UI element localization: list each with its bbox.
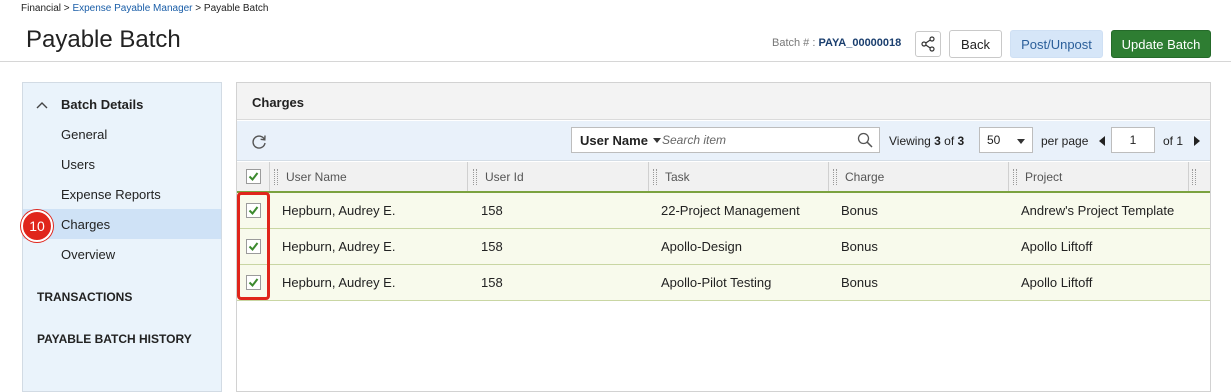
sidebar: Batch Details General Users Expense Repo…	[22, 82, 222, 392]
per-page-value: 50	[987, 133, 1001, 147]
cell-project: Andrew's Project Template	[1021, 203, 1175, 218]
cell-user-id: 158	[481, 203, 503, 218]
page-number-input[interactable]: 1	[1111, 127, 1155, 153]
viewing-of: of	[940, 134, 958, 148]
chevron-up-icon	[36, 101, 48, 108]
viewing-prefix: Viewing	[889, 134, 935, 148]
share-icon	[921, 36, 935, 52]
caret-down-icon	[652, 137, 661, 143]
update-batch-button[interactable]: Update Batch	[1111, 30, 1211, 58]
search-filter-dropdown[interactable]: User Name	[572, 128, 662, 152]
batch-details-toggle[interactable]: Batch Details	[35, 97, 143, 112]
cell-charge: Bonus	[841, 239, 878, 254]
sidebar-payable-batch-history[interactable]: PAYABLE BATCH HISTORY	[37, 332, 192, 346]
column-header-charge[interactable]: Charge	[833, 162, 1003, 191]
column-label: User Id	[485, 169, 524, 184]
table-row[interactable]: Hepburn, Audrey E. 158 Apollo-Design Bon…	[237, 229, 1210, 265]
sidebar-item-users[interactable]: Users	[23, 149, 221, 179]
cell-task: Apollo-Pilot Testing	[661, 275, 772, 290]
breadcrumb: Financial > Expense Payable Manager > Pa…	[21, 3, 268, 14]
column-label: User Name	[286, 169, 347, 184]
column-separator	[269, 162, 270, 191]
column-header-more[interactable]	[1192, 162, 1208, 191]
top-bar: Financial > Expense Payable Manager > Pa…	[0, 0, 1231, 62]
column-header-project[interactable]: Project	[1013, 162, 1183, 191]
check-icon	[248, 172, 259, 182]
sidebar-item-expense-reports[interactable]: Expense Reports	[23, 179, 221, 209]
drag-grip-icon[interactable]	[1192, 168, 1196, 185]
search-filter-label: User Name	[580, 132, 648, 148]
refresh-icon[interactable]	[250, 133, 268, 151]
batch-number-value: PAYA_00000018	[818, 37, 902, 49]
batch-number: Batch # : PAYA_00000018	[772, 37, 901, 49]
charges-panel: Charges User Name Viewing 3 of 3 50 per …	[236, 82, 1211, 392]
cell-charge: Bonus	[841, 203, 878, 218]
panel-header: Charges	[237, 83, 1210, 120]
sidebar-item-overview[interactable]: Overview	[23, 239, 221, 269]
viewing-count: Viewing 3 of 3	[889, 134, 964, 148]
column-label: Task	[665, 169, 690, 184]
viewing-current: 3	[934, 134, 941, 148]
page-title: Payable Batch	[26, 26, 181, 53]
per-page-select[interactable]: 50	[979, 127, 1033, 153]
step-number-badge: 10	[21, 210, 53, 242]
sidebar-transactions[interactable]: TRANSACTIONS	[37, 290, 132, 304]
breadcrumb-payable-batch: Payable Batch	[203, 3, 269, 14]
column-separator[interactable]	[467, 162, 468, 191]
page-total: of 1	[1163, 134, 1184, 148]
cell-project: Apollo Liftoff	[1021, 275, 1093, 290]
cell-user-name: Hepburn, Audrey E.	[282, 275, 396, 290]
cell-charge: Bonus	[841, 275, 878, 290]
cell-task: 22-Project Management	[661, 203, 800, 218]
breadcrumb-separator: >	[192, 3, 204, 14]
table-row[interactable]: Hepburn, Audrey E. 158 22-Project Manage…	[237, 193, 1210, 229]
table-row[interactable]: Hepburn, Audrey E. 158 Apollo-Pilot Test…	[237, 265, 1210, 301]
column-separator[interactable]	[1188, 162, 1189, 191]
viewing-total: 3	[957, 134, 965, 148]
drag-grip-icon[interactable]	[274, 168, 278, 185]
checkbox-highlight-annotation	[237, 192, 270, 300]
breadcrumb-financial: Financial	[21, 3, 62, 14]
breadcrumb-separator: >	[61, 3, 73, 14]
column-label: Project	[1025, 169, 1063, 184]
drag-grip-icon[interactable]	[833, 168, 837, 185]
search-icon[interactable]	[857, 132, 873, 148]
grid-header: User Name User Id Task Charge Project	[237, 162, 1210, 193]
drag-grip-icon[interactable]	[1013, 168, 1017, 185]
post-unpost-button[interactable]: Post/Unpost	[1010, 30, 1103, 58]
back-button[interactable]: Back	[949, 30, 1002, 58]
column-label: Charge	[845, 169, 885, 184]
cell-project: Apollo Liftoff	[1021, 239, 1093, 254]
panel-title: Charges	[252, 95, 305, 110]
column-separator[interactable]	[648, 162, 649, 191]
column-separator[interactable]	[828, 162, 829, 191]
column-header-user-name[interactable]: User Name	[274, 162, 464, 191]
column-header-user-id[interactable]: User Id	[473, 162, 643, 191]
cell-user-name: Hepburn, Audrey E.	[282, 239, 396, 254]
column-separator[interactable]	[1008, 162, 1009, 191]
cell-task: Apollo-Design	[661, 239, 742, 254]
grid-toolbar: User Name Viewing 3 of 3 50 per page 1 o…	[237, 121, 1210, 161]
batch-details-label: Batch Details	[61, 97, 144, 112]
share-button[interactable]	[915, 31, 941, 57]
search-input[interactable]	[662, 130, 852, 150]
batch-number-label: Batch # :	[772, 37, 819, 49]
cell-user-id: 158	[481, 275, 503, 290]
drag-grip-icon[interactable]	[473, 168, 477, 185]
cell-user-id: 158	[481, 239, 503, 254]
search-box: User Name	[571, 127, 880, 153]
breadcrumb-expense-payable-manager[interactable]: Expense Payable Manager	[72, 3, 192, 14]
cell-user-name: Hepburn, Audrey E.	[282, 203, 396, 218]
per-page-label: per page	[1041, 134, 1089, 148]
select-all-checkbox[interactable]	[246, 169, 261, 184]
column-header-task[interactable]: Task	[653, 162, 823, 191]
previous-page-icon[interactable]	[1099, 136, 1105, 146]
next-page-icon[interactable]	[1194, 136, 1200, 146]
sidebar-item-general[interactable]: General	[23, 119, 221, 149]
caret-down-icon	[1017, 139, 1025, 144]
drag-grip-icon[interactable]	[653, 168, 657, 185]
